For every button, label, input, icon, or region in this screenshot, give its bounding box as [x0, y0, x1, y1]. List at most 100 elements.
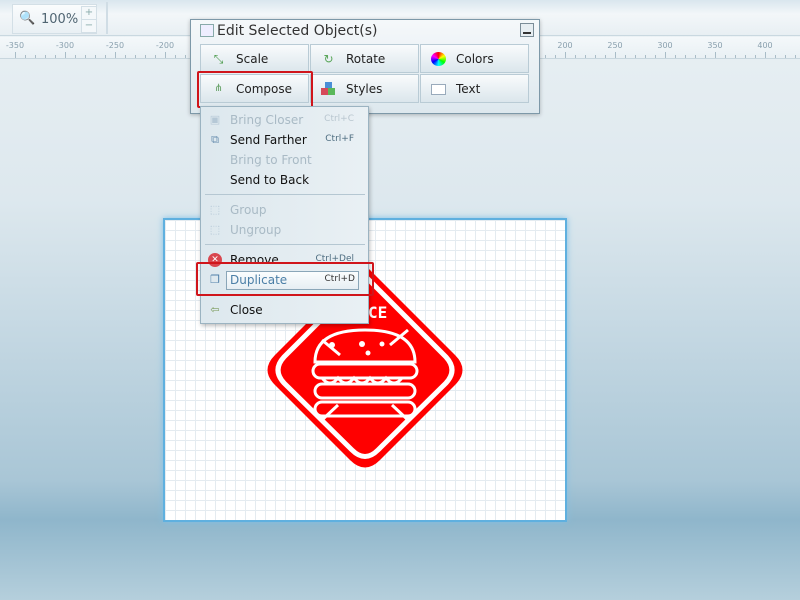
button-label: Styles	[346, 82, 383, 96]
menu-shortcut: Ctrl+D	[324, 274, 356, 284]
zoom-out-button[interactable]: −	[81, 19, 97, 33]
ruler-tick	[15, 52, 16, 58]
edit-icon	[200, 24, 214, 37]
ungroup-icon: ⬚	[209, 223, 221, 236]
ruler-tick	[105, 55, 106, 58]
ruler-tick	[615, 52, 616, 58]
ruler-tick	[745, 55, 746, 58]
menu-label: Duplicate	[230, 273, 288, 287]
menu-item-group[interactable]: ⬚ Group	[201, 200, 368, 220]
dialog-title: Edit Selected Object(s)	[217, 23, 378, 39]
ruler-tick	[75, 55, 76, 58]
zoom-in-button[interactable]: +	[81, 6, 97, 20]
ruler-tick	[655, 55, 656, 58]
ruler-label: -350	[5, 41, 25, 50]
menu-item-bring-closer[interactable]: ▣ Bring Closer Ctrl+C	[201, 110, 368, 130]
logo-text: CE	[368, 303, 387, 322]
ruler-label: -200	[155, 41, 175, 50]
ruler-tick	[85, 55, 86, 58]
menu-label: Group	[230, 203, 267, 217]
ruler-label: 300	[657, 41, 673, 50]
ruler-tick	[25, 55, 26, 58]
ruler-tick	[695, 55, 696, 58]
ruler-tick	[55, 55, 56, 58]
ruler-tick	[145, 55, 146, 58]
text-box-icon	[431, 84, 446, 95]
menu-divider	[205, 194, 365, 195]
ruler-tick	[725, 55, 726, 58]
compose-highlight	[197, 71, 313, 108]
ruler-label: -300	[55, 41, 75, 50]
magnifier-icon: 🔍	[19, 11, 36, 26]
ruler-tick	[155, 55, 156, 58]
ruler-tick	[555, 55, 556, 58]
bring-closer-icon: ▣	[209, 113, 221, 126]
ruler-label: 250	[607, 41, 623, 50]
button-label: Rotate	[346, 52, 386, 66]
ruler-tick	[735, 55, 736, 58]
ruler-tick	[785, 55, 786, 58]
menu-label: Bring to Front	[230, 153, 312, 167]
menu-label: Close	[230, 303, 263, 317]
ruler-tick	[575, 55, 576, 58]
ruler-tick	[175, 55, 176, 58]
ruler-tick	[45, 55, 46, 58]
menu-item-ungroup[interactable]: ⬚ Ungroup	[201, 220, 368, 240]
menu-item-close[interactable]: ⇦ Close	[201, 300, 368, 320]
ruler-tick	[165, 52, 166, 58]
zoom-control: 🔍 100% + −	[12, 4, 97, 34]
menu-label: Send Farther	[230, 133, 307, 147]
ruler-tick	[795, 55, 796, 58]
ruler-tick	[715, 52, 716, 58]
button-label: Text	[456, 82, 481, 96]
ruler-tick	[625, 55, 626, 58]
ruler-tick	[665, 52, 666, 58]
group-icon: ⬚	[209, 203, 221, 216]
menu-label: Ungroup	[230, 223, 282, 237]
text-button[interactable]: Text	[420, 74, 529, 103]
shapes-icon	[321, 82, 336, 96]
ruler-tick	[705, 55, 706, 58]
ruler-tick	[595, 55, 596, 58]
ruler-tick	[585, 55, 586, 58]
color-wheel-icon	[431, 52, 446, 66]
scale-icon: ⤡	[213, 52, 224, 66]
ruler-label: 400	[757, 41, 773, 50]
ruler-tick	[125, 55, 126, 58]
ruler-tick	[755, 55, 756, 58]
rotate-icon: ↻	[323, 52, 334, 66]
menu-item-send-farther[interactable]: ⧉ Send Farther Ctrl+F	[201, 130, 368, 150]
rotate-button[interactable]: ↻ Rotate	[310, 44, 419, 73]
ruler-tick	[115, 52, 116, 58]
menu-shortcut: Ctrl+C	[324, 114, 354, 124]
ruler-tick	[65, 52, 66, 58]
ruler-label: -250	[105, 41, 125, 50]
minimize-button[interactable]	[520, 23, 534, 37]
menu-label: Bring Closer	[230, 113, 304, 127]
ruler-tick	[775, 55, 776, 58]
ruler-label: 350	[707, 41, 723, 50]
ruler-tick	[545, 55, 546, 58]
menu-item-bring-to-front[interactable]: Bring to Front	[201, 150, 368, 170]
button-label: Colors	[456, 52, 494, 66]
menu-item-send-to-back[interactable]: Send to Back	[201, 170, 368, 190]
ruler-tick	[685, 55, 686, 58]
styles-button[interactable]: Styles	[310, 74, 419, 103]
menu-shortcut: Ctrl+F	[325, 134, 354, 144]
zoom-value[interactable]: 100%	[41, 12, 78, 27]
button-label: Scale	[236, 52, 269, 66]
ruler-tick	[765, 52, 766, 58]
exit-door-icon: ⇦	[210, 303, 220, 316]
ruler-tick	[605, 55, 606, 58]
menu-label: Send to Back	[230, 173, 310, 187]
ruler-label: 200	[557, 41, 573, 50]
toolbar-divider	[106, 2, 108, 34]
menu-divider	[205, 244, 365, 245]
ruler-tick	[565, 52, 566, 58]
colors-button[interactable]: Colors	[420, 44, 529, 73]
ruler-tick	[95, 55, 96, 58]
ruler-tick	[35, 55, 36, 58]
scale-button[interactable]: ⤡ Scale	[200, 44, 309, 73]
ruler-tick	[135, 55, 136, 58]
ruler-tick	[675, 55, 676, 58]
